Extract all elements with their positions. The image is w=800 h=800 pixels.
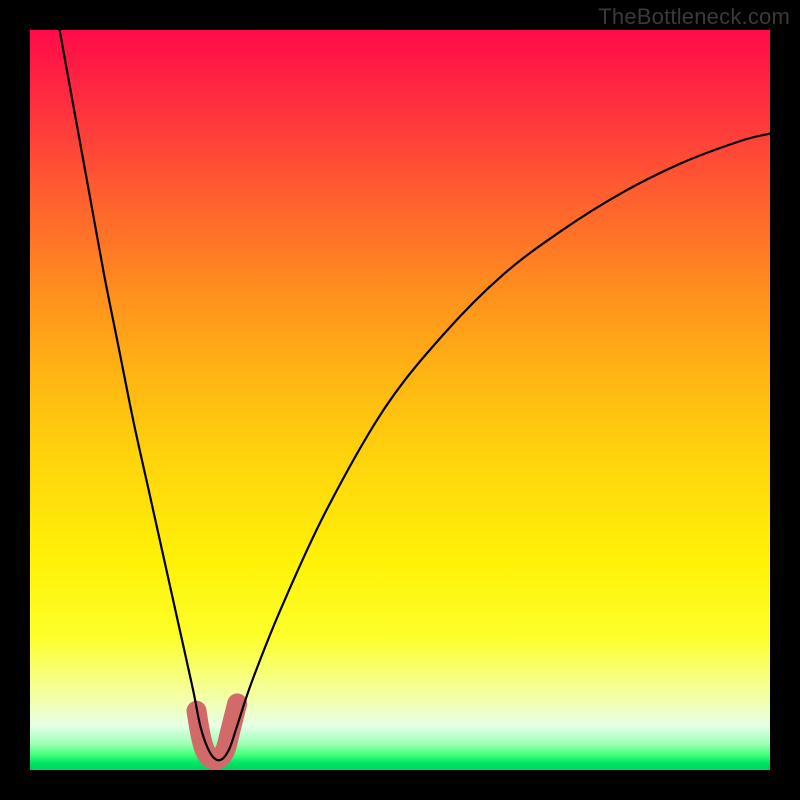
curve-layer bbox=[30, 30, 770, 770]
plot-area bbox=[30, 30, 770, 770]
watermark-text: TheBottleneck.com bbox=[598, 4, 790, 30]
chart-frame: TheBottleneck.com bbox=[0, 0, 800, 800]
bottleneck-curve bbox=[60, 30, 770, 760]
